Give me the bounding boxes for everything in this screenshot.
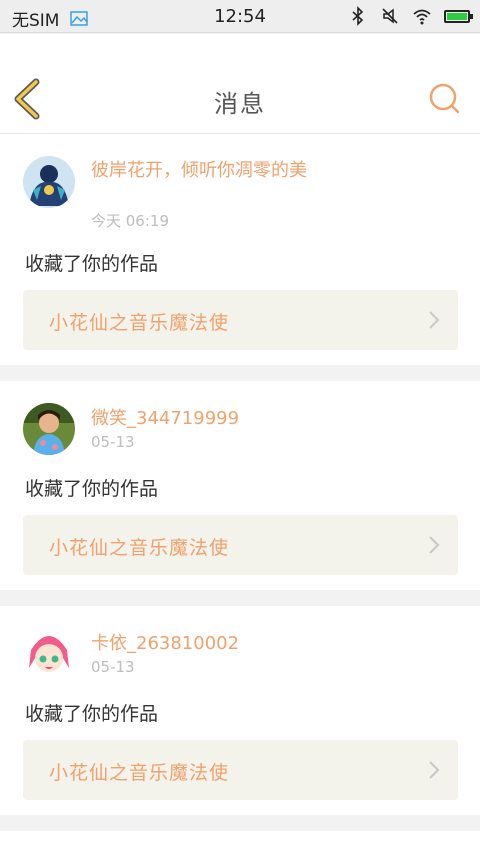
chevron-right-icon	[429, 536, 440, 554]
work-title: 小花仙之音乐魔法使	[49, 312, 230, 334]
avatar[interactable]	[23, 628, 75, 680]
chevron-right-icon	[429, 311, 440, 329]
wifi-icon	[413, 9, 431, 25]
app-header: 消息	[0, 34, 480, 134]
action-text: 收藏了你的作品	[25, 703, 159, 725]
message-time: 今天 06:19	[91, 212, 169, 230]
action-text: 收藏了你的作品	[25, 478, 159, 500]
user-name[interactable]: 卡依_263810002	[91, 632, 321, 655]
bluetooth-icon	[352, 6, 364, 26]
battery-icon	[444, 9, 473, 23]
avatar[interactable]	[23, 156, 75, 208]
page-title: 消息	[214, 90, 266, 118]
work-link[interactable]: 小花仙之音乐魔法使	[23, 740, 458, 800]
search-button[interactable]	[428, 82, 462, 116]
work-title: 小花仙之音乐魔法使	[49, 537, 230, 559]
message-time: 05-13	[91, 658, 135, 676]
message-card: 彼岸花开，倾听你凋零的美 今天 06:19 收藏了你的作品 小花仙之音乐魔法使	[0, 134, 480, 365]
message-card: 微笑_344719999 05-13 收藏了你的作品 小花仙之音乐魔法使	[0, 381, 480, 590]
avatar[interactable]	[23, 403, 75, 455]
status-right	[348, 6, 473, 26]
work-link[interactable]: 小花仙之音乐魔法使	[23, 290, 458, 350]
action-text: 收藏了你的作品	[25, 253, 159, 275]
status-bar: 无SIM 12:54	[0, 0, 480, 33]
message-time: 05-13	[91, 433, 135, 451]
work-title: 小花仙之音乐魔法使	[49, 762, 230, 784]
message-card: 卡依_263810002 05-13 收藏了你的作品 小花仙之音乐魔法使	[0, 606, 480, 815]
user-name[interactable]: 彼岸花开，倾听你凋零的美	[91, 159, 321, 182]
mute-icon	[382, 8, 398, 24]
message-card	[0, 831, 480, 854]
chevron-right-icon	[429, 761, 440, 779]
work-link[interactable]: 小花仙之音乐魔法使	[23, 515, 458, 575]
user-name[interactable]: 微笑_344719999	[91, 407, 321, 430]
